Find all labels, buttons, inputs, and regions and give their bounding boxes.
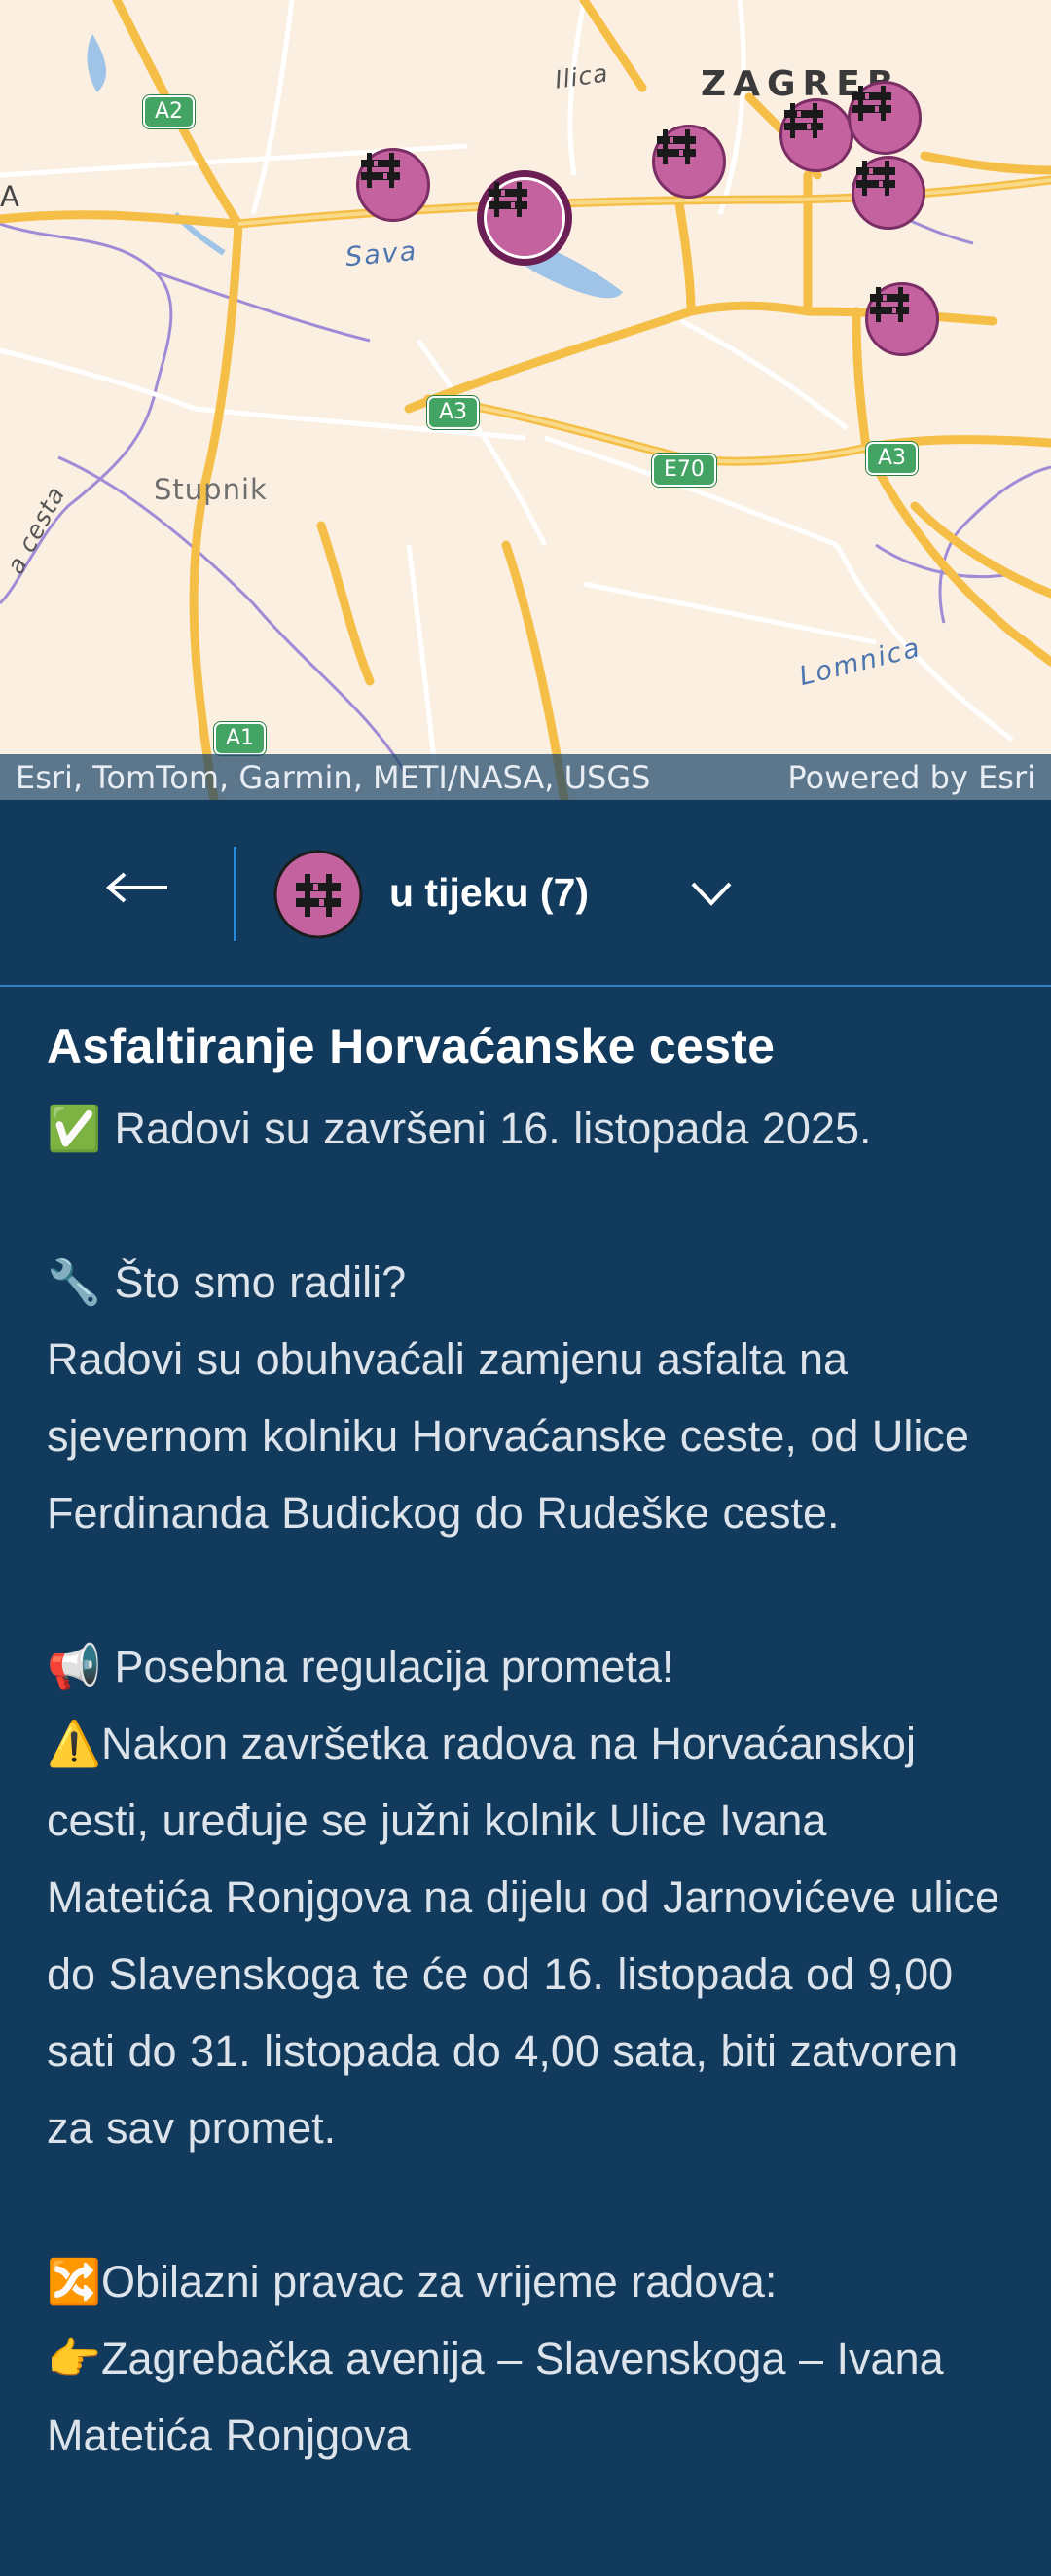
- roadwork-marker[interactable]: [852, 156, 925, 230]
- roadworks-barrier-icon: [361, 153, 400, 188]
- map-label-edge: A: [0, 180, 20, 213]
- road-shield-a2: A2: [143, 95, 196, 128]
- map-label-stupnik: Stupnik: [154, 473, 268, 506]
- chevron-down-icon: [691, 882, 732, 906]
- roadwork-marker[interactable]: [848, 81, 922, 155]
- map-attribution-bar: Esri, TomTom, Garmin, METI/NASA, USGS Po…: [0, 754, 1051, 800]
- road-shield-a3: A3: [427, 396, 480, 429]
- back-button[interactable]: [97, 858, 175, 917]
- roadworks-barrier-icon: [856, 161, 895, 196]
- powered-by-esri[interactable]: Powered by Esri: [787, 759, 1035, 796]
- roadworks-barrier-icon: [870, 287, 909, 322]
- road-shield-e70: E70: [652, 454, 716, 487]
- roadworks-barrier-icon: [784, 103, 823, 138]
- nav-divider: [234, 847, 236, 941]
- status-filter-label[interactable]: u tijeku (7): [389, 870, 589, 916]
- map-attribution: Esri, TomTom, Garmin, METI/NASA, USGS: [16, 759, 651, 796]
- map-label-sava: Sava: [344, 236, 419, 273]
- detail-nav-bar: u tijeku (7): [0, 800, 1051, 987]
- status-icon: [272, 849, 364, 940]
- status-dropdown-button[interactable]: [687, 868, 736, 917]
- roadwork-marker[interactable]: [652, 125, 726, 199]
- roadworks-barrier-icon: [852, 86, 891, 121]
- article-body: ✅ Radovi su završeni 16. listopada 2025.…: [47, 1104, 1000, 2460]
- roadworks-barrier-icon: [273, 850, 363, 939]
- article-panel: Asfaltiranje Horvaćanske ceste ✅ Radovi …: [0, 989, 1051, 2576]
- roadwork-marker-selected[interactable]: [484, 177, 565, 259]
- arrow-left-icon: [105, 872, 167, 903]
- road-shield-a3-east: A3: [866, 442, 919, 475]
- article-title: Asfaltiranje Horvaćanske ceste: [47, 1019, 776, 1073]
- roadwork-marker[interactable]: [865, 282, 939, 356]
- road-shield-a1: A1: [214, 722, 267, 755]
- roadwork-marker[interactable]: [779, 98, 853, 172]
- map-view[interactable]: ZAGREB Ilica Sava Stupnik a cesta Lomnic…: [0, 0, 1051, 800]
- roadwork-marker[interactable]: [356, 148, 430, 222]
- roadworks-barrier-icon: [657, 129, 696, 164]
- roadworks-barrier-icon: [489, 182, 527, 217]
